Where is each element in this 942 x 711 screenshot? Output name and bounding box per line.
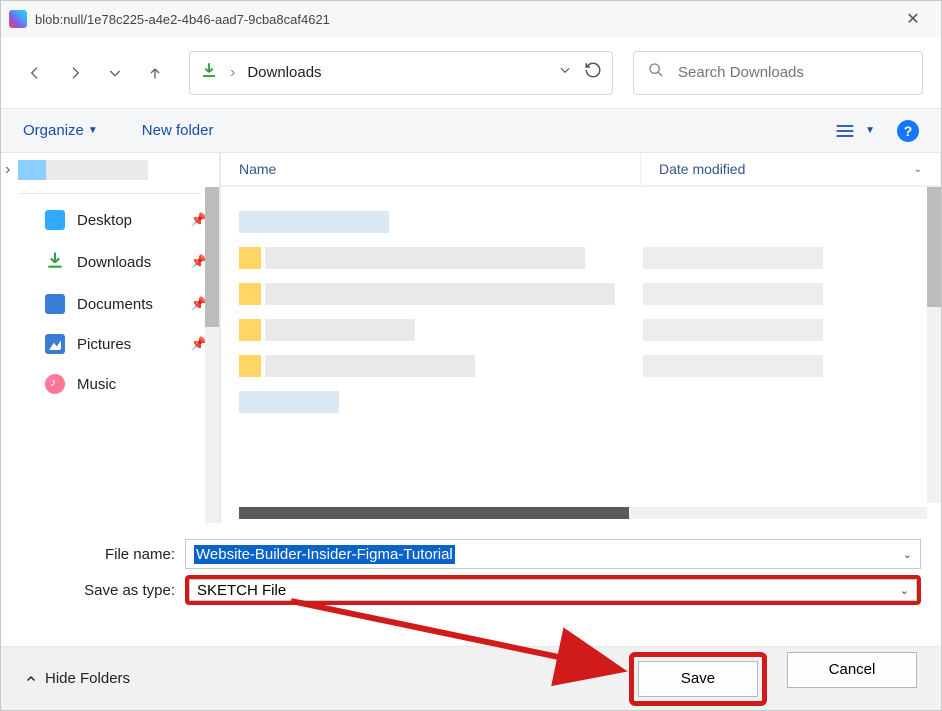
view-menu[interactable]: ▼ — [835, 123, 875, 139]
list-item[interactable] — [239, 391, 923, 413]
column-headers: Name Date modified⌄ — [221, 153, 941, 187]
window-title: blob:null/1e78c225-a4e2-4b46-aad7-9cba8c… — [35, 12, 893, 27]
search-box[interactable] — [633, 51, 923, 95]
sidebar-item-label: Music — [77, 376, 116, 393]
sidebar-item-documents[interactable]: Documents 📌 — [1, 284, 219, 324]
app-icon — [9, 10, 27, 28]
filename-label: File name: — [21, 546, 185, 563]
filename-input[interactable]: Website-Builder-Insider-Figma-Tutorial ⌄ — [185, 539, 921, 569]
chevron-right-icon: › — [230, 64, 235, 82]
address-bar[interactable]: › Downloads — [189, 51, 613, 95]
sidebar-item-label: Desktop — [77, 212, 132, 229]
desktop-icon — [45, 210, 65, 230]
folder-icon — [239, 283, 261, 305]
search-input[interactable] — [678, 64, 908, 81]
nav-bar: › Downloads — [1, 37, 941, 109]
column-date[interactable]: Date modified⌄ — [641, 153, 941, 185]
pictures-icon — [45, 334, 65, 354]
up-button[interactable] — [139, 57, 171, 89]
list-item[interactable] — [239, 355, 923, 377]
folder-icon — [239, 247, 261, 269]
sort-indicator: ⌄ — [914, 164, 922, 175]
search-icon — [648, 62, 664, 83]
sidebar-item-label: Downloads — [77, 254, 151, 271]
list-item[interactable] — [239, 247, 923, 269]
sidebar-item-desktop[interactable]: Desktop 📌 — [1, 200, 219, 240]
chevron-down-icon: ▼ — [865, 125, 875, 136]
documents-icon — [45, 294, 65, 314]
type-select[interactable]: SKETCH File ⌄ — [185, 575, 921, 605]
folder-icon — [239, 355, 261, 377]
file-scrollbar-v[interactable] — [927, 187, 941, 503]
help-button[interactable]: ? — [897, 120, 919, 142]
list-item[interactable] — [239, 211, 923, 233]
download-icon — [200, 61, 218, 84]
footer: Hide Folders Save Cancel — [1, 646, 941, 710]
sidebar-crumb[interactable]: › — [1, 153, 219, 187]
save-form: File name: Website-Builder-Insider-Figma… — [1, 523, 941, 605]
new-folder-button[interactable]: New folder — [142, 122, 214, 139]
sidebar-item-music[interactable]: Music — [1, 364, 219, 404]
save-button[interactable]: Save — [638, 661, 758, 697]
music-icon — [45, 374, 65, 394]
folder-icon — [239, 319, 261, 341]
hide-folders-button[interactable]: Hide Folders — [25, 670, 130, 687]
forward-button[interactable] — [59, 57, 91, 89]
chevron-down-icon[interactable]: ⌄ — [903, 548, 912, 561]
organize-menu[interactable]: Organize ▼ — [23, 122, 98, 139]
refresh-icon[interactable] — [584, 61, 602, 84]
sidebar-item-label: Pictures — [77, 336, 131, 353]
file-scrollbar-h[interactable] — [239, 507, 927, 519]
sidebar-item-downloads[interactable]: Downloads 📌 — [1, 240, 219, 284]
address-location: Downloads — [247, 64, 546, 81]
save-highlight: Save — [629, 652, 767, 706]
sidebar-scrollbar[interactable] — [205, 187, 219, 523]
download-icon — [45, 250, 65, 274]
type-label: Save as type: — [21, 582, 185, 599]
sidebar-item-pictures[interactable]: Pictures 📌 — [1, 324, 219, 364]
sidebar: › Desktop 📌 Downloads 📌 Documents 📌 Pict… — [1, 153, 221, 523]
file-list: Name Date modified⌄ — [221, 153, 941, 523]
cancel-button[interactable]: Cancel — [787, 652, 917, 688]
main-area: › Desktop 📌 Downloads 📌 Documents 📌 Pict… — [1, 153, 941, 523]
chevron-right-icon: › — [5, 161, 10, 179]
list-item[interactable] — [239, 319, 923, 341]
chevron-down-icon: ▼ — [88, 125, 98, 136]
back-button[interactable] — [19, 57, 51, 89]
close-icon[interactable]: ✕ — [893, 9, 933, 29]
recent-dropdown[interactable] — [99, 57, 131, 89]
column-name[interactable]: Name — [221, 153, 641, 185]
chevron-down-icon[interactable]: ⌄ — [900, 584, 909, 597]
toolbar: Organize ▼ New folder ▼ ? — [1, 109, 941, 153]
sidebar-item-label: Documents — [77, 296, 153, 313]
list-item[interactable] — [239, 283, 923, 305]
title-bar: blob:null/1e78c225-a4e2-4b46-aad7-9cba8c… — [1, 1, 941, 37]
address-dropdown[interactable] — [558, 63, 572, 82]
